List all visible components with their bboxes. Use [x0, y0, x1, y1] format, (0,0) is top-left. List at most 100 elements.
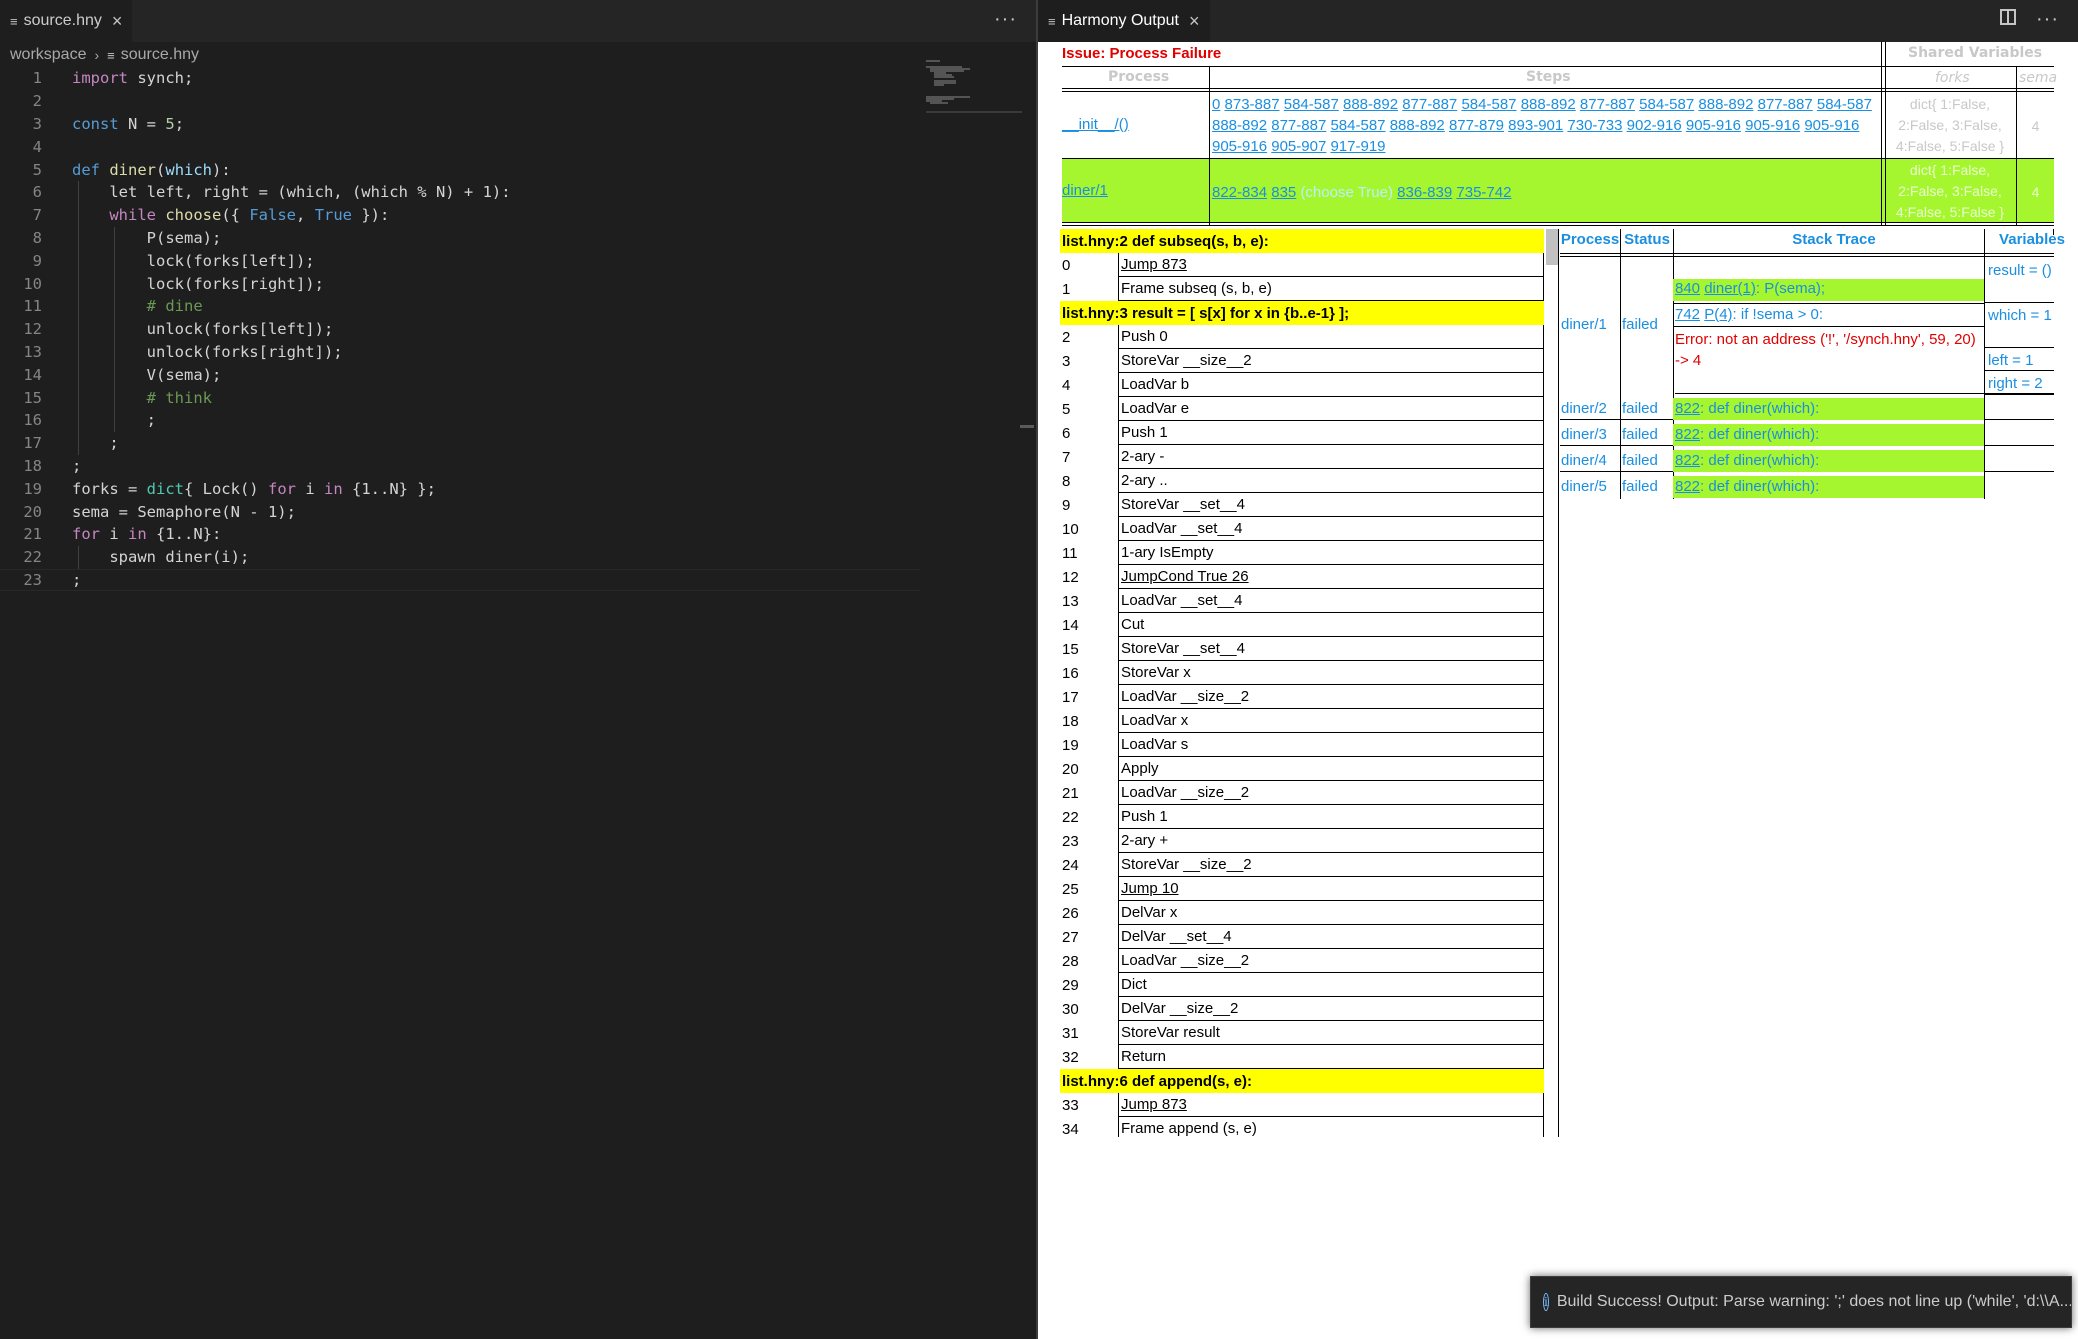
instruction[interactable]: Jump 873 [1118, 1093, 1544, 1117]
bytecode-row[interactable]: 17 LoadVar __size__2 [1060, 685, 1584, 709]
code-line[interactable]: 17 ; [0, 431, 920, 455]
step-link[interactable]: 873-887 [1225, 96, 1280, 113]
step-link[interactable]: 584-587 [1284, 96, 1339, 113]
bytecode-row[interactable]: 28 LoadVar __size__2 [1060, 949, 1584, 973]
bytecode-row[interactable]: 34 Frame append (s, e) [1060, 1117, 1584, 1137]
bytecode-row[interactable]: 18 LoadVar x [1060, 709, 1584, 733]
trace-frame[interactable]: 822: def diner(which): [1675, 478, 1819, 495]
step-link[interactable]: 584-587 [1639, 96, 1694, 113]
step-link[interactable]: 584-587 [1461, 96, 1516, 113]
step-link[interactable]: 730-733 [1567, 117, 1622, 134]
tab-harmony-output[interactable]: ≡ Harmony Output × [1038, 0, 1210, 42]
process-link-init[interactable]: __init__/() [1062, 116, 1129, 133]
bytecode-row[interactable]: 22 Push 1 [1060, 805, 1584, 829]
breadcrumb-file[interactable]: source.hny [121, 46, 199, 64]
bytecode-row[interactable]: 29 Dict [1060, 973, 1584, 997]
bytecode-row[interactable]: 7 2-ary - [1060, 445, 1584, 469]
bytecode-row[interactable]: 16 StoreVar x [1060, 661, 1584, 685]
scrollbar[interactable] [1020, 425, 1034, 428]
code-line[interactable]: 18; [0, 455, 920, 478]
code-line[interactable]: 21 for i in {1..N}: [0, 523, 920, 546]
trace-frame[interactable]: 742 P(4): if !sema > 0: [1675, 306, 1823, 323]
bytecode-row[interactable]: 23 2-ary + [1060, 829, 1584, 853]
trace-frame[interactable]: 822: def diner(which): [1675, 452, 1819, 469]
bytecode-row[interactable]: 4 LoadVar b [1060, 373, 1584, 397]
bytecode-row[interactable]: 33 Jump 873 [1060, 1093, 1584, 1117]
bytecode-row[interactable]: 26 DelVar x [1060, 901, 1584, 925]
bytecode-row[interactable]: 24 StoreVar __size__2 [1060, 853, 1584, 877]
bytecode-row[interactable]: 15 StoreVar __set__4 [1060, 637, 1584, 661]
step-link[interactable]: 877-879 [1449, 117, 1504, 134]
step-link[interactable]: 888-892 [1212, 117, 1267, 134]
bytecode-row[interactable]: 20 Apply [1060, 757, 1584, 781]
notification-toast[interactable]: i Build Success! Output: Parse warning: … [1530, 1276, 2072, 1328]
process-link-diner1[interactable]: diner/1 [1062, 182, 1108, 199]
more-actions-icon[interactable]: ··· [2036, 8, 2059, 31]
code-line[interactable]: 5 def diner(which): [0, 158, 920, 181]
code-line[interactable]: 1 import synch; [0, 67, 920, 90]
step-link[interactable]: 877-887 [1758, 96, 1813, 113]
code-line[interactable]: 8 P(sema); [0, 226, 920, 250]
step-link[interactable]: 893-901 [1508, 117, 1563, 134]
close-icon[interactable]: × [112, 11, 123, 32]
trace-frame[interactable]: 822: def diner(which): [1675, 400, 1819, 417]
step-link[interactable]: 584-587 [1817, 96, 1872, 113]
step-link[interactable]: 917-919 [1330, 138, 1385, 155]
bytecode-row[interactable]: 5 LoadVar e [1060, 397, 1584, 421]
minimap[interactable] [926, 60, 1020, 116]
step-link[interactable]: 888-892 [1343, 96, 1398, 113]
code-editor[interactable]: 1 import synch; 2 3 const N = 5; 4 5 def diner(… [0, 67, 920, 592]
bytecode-row[interactable]: 13 LoadVar __set__4 [1060, 589, 1584, 613]
code-line[interactable]: 14 V(sema); [0, 363, 920, 387]
bytecode-row[interactable]: 0 Jump 873 [1060, 253, 1584, 277]
code-line[interactable]: 6 let left, right = (which, (which % N) … [0, 180, 920, 204]
code-line[interactable]: 22 spawn diner(i); [0, 545, 920, 569]
bytecode-row[interactable]: 25 Jump 10 [1060, 877, 1584, 901]
step-link[interactable]: 836-839 [1397, 184, 1452, 201]
step-link[interactable]: 835 [1271, 184, 1296, 201]
code-line[interactable]: 19 forks = dict{ Lock() for i in {1..N} }… [0, 477, 920, 500]
code-line[interactable]: 13 unlock(forks[right]); [0, 340, 920, 364]
instruction[interactable]: Jump 873 [1118, 253, 1544, 277]
bytecode-row[interactable]: 1 Frame subseq (s, b, e) [1060, 277, 1584, 301]
close-icon[interactable]: × [1189, 11, 1200, 32]
step-link[interactable]: 888-892 [1390, 117, 1445, 134]
code-line[interactable]: 3 const N = 5; [0, 113, 920, 136]
code-line[interactable]: 12 unlock(forks[left]); [0, 317, 920, 341]
step-link[interactable]: 905-916 [1804, 117, 1859, 134]
minimap-viewport[interactable] [926, 111, 1022, 113]
breadcrumb-folder[interactable]: workspace [10, 46, 86, 64]
code-line[interactable]: 9 lock(forks[left]); [0, 249, 920, 273]
code-line[interactable]: 4 [0, 135, 920, 158]
step-link[interactable]: 877-887 [1271, 117, 1326, 134]
step-link[interactable]: 877-887 [1402, 96, 1457, 113]
step-link[interactable]: 902-916 [1627, 117, 1682, 134]
bytecode-row[interactable]: 9 StoreVar __set__4 [1060, 493, 1584, 517]
split-editor-icon[interactable] [2000, 9, 2016, 25]
step-link[interactable]: 735-742 [1456, 184, 1511, 201]
code-line[interactable]: 23; [0, 568, 920, 592]
bytecode-row[interactable]: 11 1-ary IsEmpty [1060, 541, 1584, 565]
bytecode-row[interactable]: 12 JumpCond True 26 [1060, 565, 1584, 589]
step-link[interactable]: 905-916 [1212, 138, 1267, 155]
bytecode-row[interactable]: 27 DelVar __set__4 [1060, 925, 1584, 949]
code-line[interactable]: 16 ; [0, 408, 920, 432]
step-link[interactable]: 877-887 [1580, 96, 1635, 113]
bytecode-row[interactable]: 3 StoreVar __size__2 [1060, 349, 1584, 373]
bytecode-listing[interactable]: list.hny:2 def subseq(s, b, e): 0 Jump 873… [1060, 229, 1584, 1137]
bytecode-row[interactable]: 21 LoadVar __size__2 [1060, 781, 1584, 805]
step-link[interactable]: 0 [1212, 96, 1220, 113]
bytecode-row[interactable]: 2 Push 0 [1060, 325, 1584, 349]
step-link[interactable]: 905-916 [1745, 117, 1800, 134]
code-line[interactable]: 20 sema = Semaphore(N - 1); [0, 500, 920, 523]
code-line[interactable]: 2 [0, 90, 920, 113]
step-link[interactable]: 888-892 [1521, 96, 1576, 113]
bytecode-row[interactable]: 14 Cut [1060, 613, 1584, 637]
bytecode-row[interactable]: 32 Return [1060, 1045, 1584, 1069]
bytecode-row[interactable]: 30 DelVar __size__2 [1060, 997, 1584, 1021]
more-actions-icon[interactable]: ··· [994, 8, 1017, 31]
bytecode-row[interactable]: 6 Push 1 [1060, 421, 1584, 445]
instruction[interactable]: JumpCond True 26 [1118, 565, 1544, 589]
instruction[interactable]: Jump 10 [1118, 877, 1544, 901]
bytecode-scrollbar[interactable] [1546, 229, 1558, 265]
